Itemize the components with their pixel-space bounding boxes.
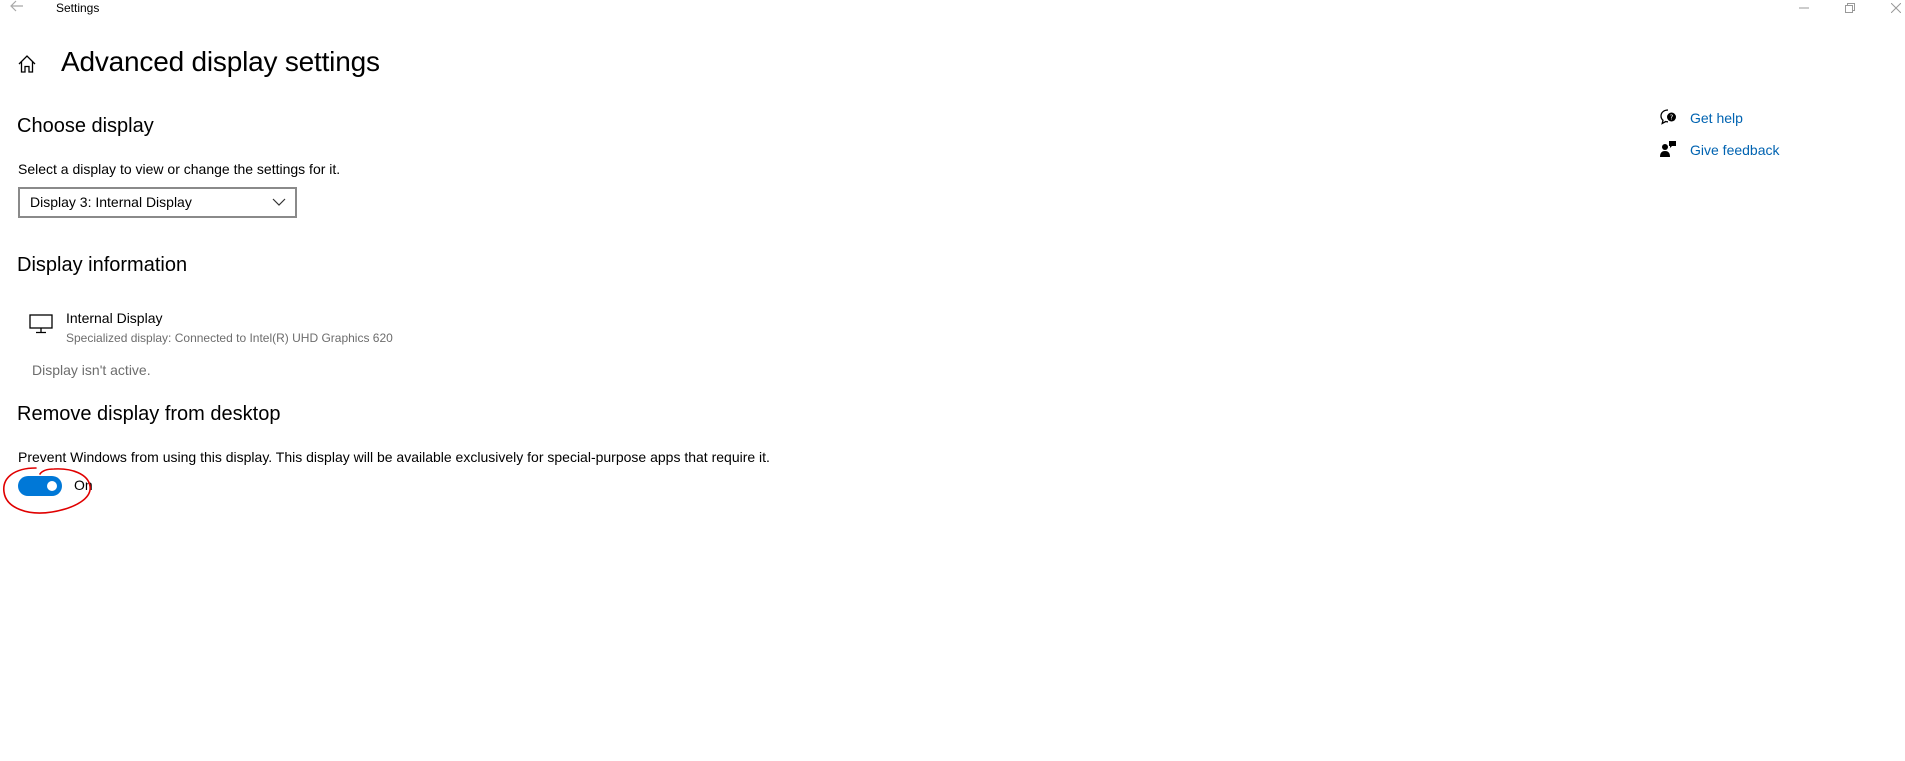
feedback-person-icon[interactable] xyxy=(1659,140,1677,158)
minimize-icon xyxy=(1799,7,1809,9)
monitor-icon xyxy=(29,314,53,334)
toggle-knob xyxy=(47,481,57,491)
display-information-heading: Display information xyxy=(17,254,188,276)
close-icon xyxy=(1891,3,1901,13)
remove-display-toggle[interactable] xyxy=(18,476,62,496)
restore-button[interactable] xyxy=(1827,0,1873,16)
remove-display-heading: Remove display from desktop xyxy=(17,403,281,425)
back-arrow-icon[interactable] xyxy=(10,0,23,12)
page-title: Advanced display settings xyxy=(61,46,380,77)
home-icon[interactable] xyxy=(17,54,37,74)
choose-display-heading: Choose display xyxy=(17,115,154,137)
display-status: Display isn't active. xyxy=(32,362,151,378)
title-bar: Settings xyxy=(0,0,1905,16)
get-help-link[interactable]: Get help xyxy=(1690,110,1743,126)
restore-icon xyxy=(1845,3,1855,13)
chevron-down-icon xyxy=(272,198,286,206)
display-details: Specialized display: Connected to Intel(… xyxy=(66,331,393,345)
display-select-value: Display 3: Internal Display xyxy=(30,194,192,210)
display-name: Internal Display xyxy=(66,310,163,326)
toggle-state-label: On xyxy=(74,477,93,493)
give-feedback-link[interactable]: Give feedback xyxy=(1690,142,1780,158)
display-select-dropdown[interactable]: Display 3: Internal Display xyxy=(18,187,297,218)
choose-display-description: Select a display to view or change the s… xyxy=(18,161,341,177)
svg-text:?: ? xyxy=(1670,114,1674,122)
minimize-button[interactable] xyxy=(1781,0,1827,16)
close-button[interactable] xyxy=(1873,0,1905,16)
help-chat-icon[interactable]: ? xyxy=(1659,108,1677,126)
remove-display-description: Prevent Windows from using this display.… xyxy=(18,449,770,465)
window-title: Settings xyxy=(56,1,100,15)
